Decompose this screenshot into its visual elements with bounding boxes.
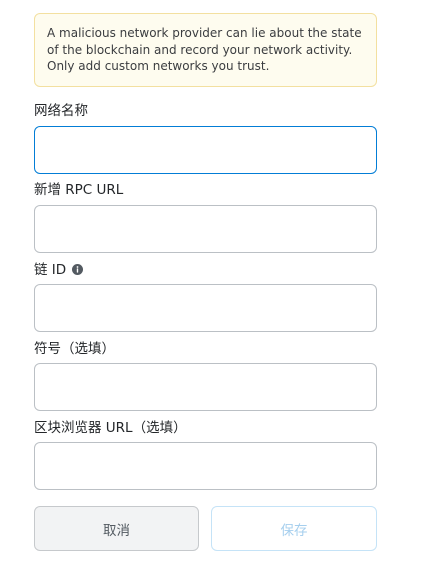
save-button[interactable]: 保存 [211, 506, 377, 551]
block-explorer-url-label: 区块浏览器 URL（选填） [34, 420, 187, 436]
network-warning-banner: A malicious network provider can lie abo… [34, 13, 377, 87]
warning-text: A malicious network provider can lie abo… [47, 26, 362, 73]
symbol-input[interactable] [34, 363, 377, 411]
info-icon[interactable] [72, 263, 84, 275]
rpc-url-label: 新增 RPC URL [34, 182, 124, 198]
block-explorer-url-input[interactable] [34, 442, 377, 490]
symbol-label: 符号（选填） [34, 341, 115, 357]
cancel-button[interactable]: 取消 [34, 506, 199, 551]
network-name-input[interactable] [34, 126, 377, 174]
network-name-label: 网络名称 [34, 103, 88, 119]
chain-id-input[interactable] [34, 284, 377, 332]
rpc-url-input[interactable] [34, 205, 377, 253]
chain-id-label: 链 ID [34, 258, 84, 278]
